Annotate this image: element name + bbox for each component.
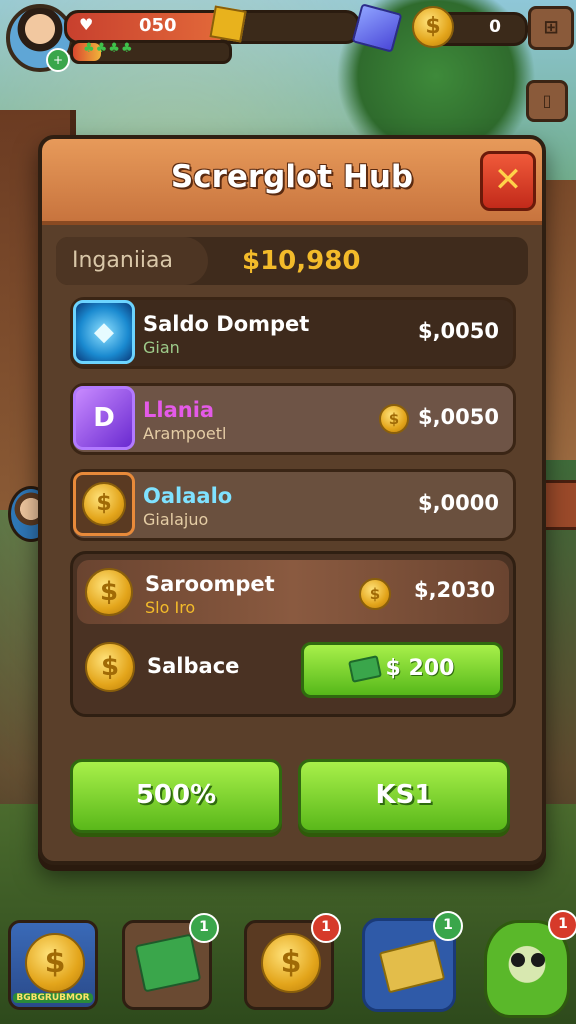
list-item-amount: $,0050 — [417, 319, 499, 343]
close-icon: ✕ — [493, 160, 523, 200]
buy-button[interactable]: $ 200 — [301, 642, 503, 698]
list-item-oalaalo[interactable]: $ Oalaalo Gialajuo $,0000 — [70, 469, 516, 541]
modal-header: Screrglot Hub ✕ — [42, 139, 542, 225]
coin-value: 0 — [489, 17, 501, 37]
ks1-button-label: KS1 — [375, 780, 433, 810]
health-bar: ♣♣♣♣ — [70, 40, 232, 64]
modal-body: Inganiiaa $10,980 ◆ Saldo Dompet Gian $,… — [42, 225, 542, 857]
notification-badge: 1 — [433, 911, 463, 941]
list-item-title: Saldo Dompet — [143, 312, 310, 336]
nav-item-shop[interactable]: $ 1 — [244, 913, 341, 1010]
percent-button-label: 500% — [135, 780, 217, 810]
list-item-amount: $,2030 — [413, 578, 495, 602]
saroompet-group: $ Saroompet Slo Iro $ $,2030 $ Salbace $… — [70, 551, 516, 717]
list-item-subtitle: Gialajuo — [143, 510, 209, 529]
list-item-amount: $,0000 — [417, 491, 499, 515]
balance-label: Inganiiaa — [72, 248, 174, 273]
list-item-title: Oalaalo — [143, 484, 233, 508]
owl-eye — [531, 953, 545, 967]
side-panel-button[interactable]: ▯ — [526, 80, 568, 122]
cash-stack-icon — [134, 933, 202, 993]
balance-value: $10,980 — [242, 246, 361, 276]
notification-badge: 1 — [189, 913, 219, 943]
close-button[interactable]: ✕ — [480, 151, 536, 211]
coin-icon: $ — [379, 404, 409, 434]
blue-gem-icon[interactable] — [351, 3, 403, 53]
list-item-subtitle: Arampoetl — [143, 424, 227, 443]
list-item-saroompet[interactable]: $ Saroompet Slo Iro $ $,2030 — [77, 560, 509, 624]
modal-title: Screrglot Hub — [170, 159, 414, 195]
notification-badge: 1 — [311, 913, 341, 943]
salvage-label: Salbace — [147, 654, 240, 678]
gold-coin-icon: $ — [85, 568, 133, 616]
nav-item-mascot[interactable]: 1 — [484, 910, 576, 1018]
top-hud: + ♥ 050 ♣♣♣♣ 0 $ ⊞ ▯ — [0, 0, 576, 122]
level-icon: ♥ — [79, 15, 94, 34]
percent-button[interactable]: 500% — [70, 759, 282, 833]
coin-icon: $ — [412, 6, 454, 48]
gold-coin-icon: $ — [73, 472, 135, 536]
list-item-title: Llania — [143, 398, 215, 422]
bottom-nav: $ BGBGRUBMOR 1 $ 1 1 1 — [0, 910, 576, 1024]
owl-eye — [511, 953, 525, 967]
balance-label-box: Inganiiaa — [56, 237, 208, 285]
hearts-icon: ♣♣♣♣ — [83, 41, 134, 56]
gold-coin-icon: $ — [25, 933, 85, 993]
balance-row: Inganiiaa $10,980 — [56, 237, 528, 285]
gold-cube-icon — [209, 5, 247, 43]
list-item-saldo[interactable]: ◆ Saldo Dompet Gian $,0050 — [70, 297, 516, 369]
list-item-title: Saroompet — [145, 572, 275, 596]
nav-item-coins[interactable]: $ BGBGRUBMOR — [8, 920, 98, 1010]
list-item-amount: $,0050 — [417, 405, 499, 429]
hub-modal: Screrglot Hub ✕ Inganiiaa $10,980 ◆ Sald… — [38, 135, 546, 865]
purple-gem-icon: D — [73, 386, 135, 450]
nav-item-cash[interactable]: 1 — [122, 913, 219, 1010]
buy-button-label: $ 200 — [385, 656, 455, 681]
cash-icon — [347, 655, 382, 683]
nav-item-label: BGBGRUBMOR — [13, 993, 93, 1003]
salvage-row: $ Salbace $ 200 — [77, 636, 509, 700]
ks1-button[interactable]: KS1 — [298, 759, 510, 833]
list-item-subtitle: Gian — [143, 338, 180, 357]
nav-item-tickets[interactable]: 1 — [362, 911, 463, 1012]
xp-value: 050 — [139, 15, 177, 36]
notification-badge: 1 — [548, 910, 576, 940]
blue-gem-icon: ◆ — [73, 300, 135, 364]
gold-coin-icon: $ — [85, 642, 135, 692]
gold-coin-icon: $ — [261, 933, 321, 993]
list-item-llania[interactable]: D Llania Arampoetl $ $,0050 — [70, 383, 516, 455]
ticket-icon — [378, 938, 446, 994]
avatar-badge: + — [46, 48, 70, 72]
coin-icon: $ — [359, 578, 391, 610]
list-item-subtitle: Slo Iro — [145, 598, 196, 617]
menu-button[interactable]: ⊞ — [528, 6, 574, 50]
